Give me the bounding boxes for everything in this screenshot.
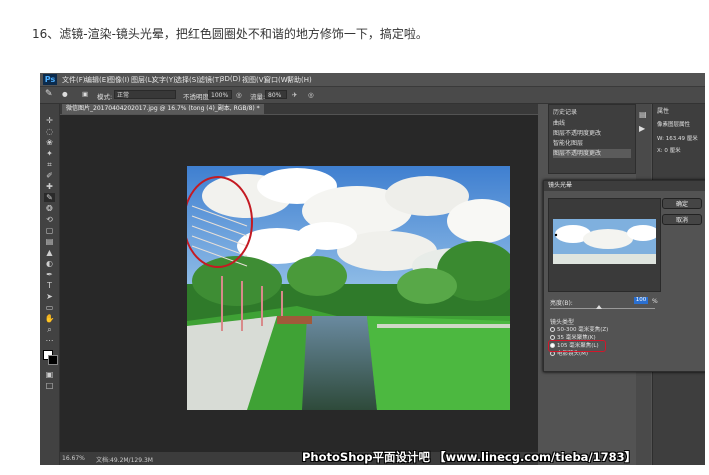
clone-stamp-tool-icon[interactable]: ❂	[44, 204, 55, 213]
eyedropper-tool-icon[interactable]: ✐	[44, 171, 55, 180]
dodge-tool-icon[interactable]: ◐	[44, 259, 55, 268]
hand-tool-icon[interactable]: ✋	[44, 314, 55, 323]
brightness-slider-handle[interactable]	[596, 305, 602, 309]
brightness-unit: %	[652, 298, 658, 305]
opacity-label: 不透明度:	[183, 93, 212, 101]
menu-file[interactable]: 文件(F)	[62, 75, 86, 85]
history-item[interactable]: 智能化图层	[553, 139, 631, 148]
crop-tool-icon[interactable]: ⌗	[44, 160, 55, 169]
brightness-slider[interactable]	[550, 308, 655, 309]
selection-highlight-annotation	[548, 340, 606, 352]
flow-label: 流量:	[250, 93, 266, 101]
menu-bar: Ps 文件(F) 编辑(E) 图像(I) 图层(L) 文字(Y) 选择(S) 滤…	[40, 73, 705, 87]
type-tool-icon[interactable]: T	[44, 281, 55, 290]
eraser-tool-icon[interactable]: ▢	[44, 226, 55, 235]
doc-size: 文档:49.2M/129.3M	[96, 457, 153, 464]
pressure-opacity-icon[interactable]: ◎	[236, 91, 242, 99]
flow-input[interactable]: 80%	[265, 90, 287, 99]
flare-preview[interactable]	[548, 198, 661, 292]
more-tools-icon[interactable]: ⋯	[44, 336, 55, 345]
path-select-tool-icon[interactable]: ➤	[44, 292, 55, 301]
brush-tool-icon[interactable]: ✎	[45, 89, 53, 99]
healing-tool-icon[interactable]: ✚	[44, 182, 55, 191]
lasso-tool-icon[interactable]: ❀	[44, 138, 55, 147]
quick-mask-icon[interactable]: ▣	[44, 370, 55, 379]
brush-preset-icon[interactable]: ●	[62, 90, 68, 98]
menu-3d[interactable]: 3D(D)	[220, 75, 241, 83]
history-item[interactable]: 曲线	[553, 119, 631, 128]
history-panel-icon[interactable]: ▤	[639, 110, 647, 119]
mode-label: 模式:	[97, 93, 113, 101]
photoshop-logo-icon: Ps	[43, 74, 57, 85]
history-panel-title[interactable]: 历史记录	[553, 107, 577, 116]
airbrush-icon[interactable]: ✈	[292, 91, 297, 99]
brightness-input[interactable]: 100	[634, 297, 648, 304]
zoom-level[interactable]: 16.67%	[62, 455, 85, 462]
brush-tool-icon[interactable]: ✎	[44, 193, 55, 202]
blur-tool-icon[interactable]: ▲	[44, 248, 55, 257]
background-color-swatch[interactable]	[48, 355, 58, 365]
menu-filter[interactable]: 滤镜(T)	[198, 75, 222, 85]
dialog-title: 镜头光晕	[544, 181, 705, 191]
history-brush-tool-icon[interactable]: ⟲	[44, 215, 55, 224]
pen-tool-icon[interactable]: ✒	[44, 270, 55, 279]
options-bar: ✎ ● ▣ 模式: 正常 不透明度: 100% ◎ 流量: 80% ✈ ◎	[40, 87, 705, 104]
screen-mode-icon[interactable]: □	[44, 381, 55, 390]
brush-panel-icon[interactable]: ▣	[82, 90, 88, 98]
move-tool-icon[interactable]: ✛	[44, 116, 55, 125]
mode-select[interactable]: 正常	[114, 90, 176, 99]
ok-button[interactable]: 确定	[662, 198, 702, 209]
document-tab[interactable]: 微信图片_20170404202017.jpg @ 16.7% (tong (4…	[62, 104, 264, 114]
document-tab-bar: 微信图片_20170404202017.jpg @ 16.7% (tong (4…	[60, 104, 538, 114]
menu-image[interactable]: 图像(I)	[108, 75, 130, 85]
zoom-tool-icon[interactable]: ⌕	[44, 325, 55, 334]
menu-layer[interactable]: 图层(L)	[131, 75, 154, 85]
pixel-layer-label: 像素图层属性	[657, 122, 691, 128]
quick-select-tool-icon[interactable]: ✦	[44, 149, 55, 158]
radio-button[interactable]	[550, 327, 555, 332]
menu-select[interactable]: 选择(S)	[175, 75, 199, 85]
lens-flare-dialog: 镜头光晕 确定 取消 亮度(B): 100 % 镜头类型 50-300 毫米变焦…	[543, 180, 705, 372]
marquee-tool-icon[interactable]: ◌	[44, 127, 55, 136]
lens-option-50-300[interactable]: 50-300 毫米变焦(Z)	[550, 326, 608, 334]
x-field[interactable]: X: 0 厘米	[657, 146, 681, 154]
actions-panel-icon[interactable]: ▶	[639, 124, 645, 133]
lens-type-label: 镜头类型	[550, 319, 575, 326]
properties-panel-title[interactable]: 属性	[657, 106, 669, 115]
tools-panel: ✛ ◌ ❀ ✦ ⌗ ✐ ✚ ✎ ❂ ⟲ ▢ ▤ ▲ ◐ ✒ T ➤ ▭ ✋ ⌕ …	[40, 104, 60, 465]
menu-view[interactable]: 视图(V)	[242, 75, 266, 85]
document-image[interactable]	[187, 166, 510, 410]
cancel-button[interactable]: 取消	[662, 214, 702, 225]
history-panel: 历史记录 曲线 图层不透明度更改 智能化图层 图层不透明度更改	[548, 104, 636, 174]
pressure-size-icon[interactable]: ◎	[308, 91, 314, 99]
width-field[interactable]: W: 163.49 厘米	[657, 134, 698, 142]
photoshop-window: Ps 文件(F) 编辑(E) 图像(I) 图层(L) 文字(Y) 选择(S) 滤…	[40, 73, 705, 465]
history-item[interactable]: 图层不透明度更改	[553, 129, 631, 138]
shape-tool-icon[interactable]: ▭	[44, 303, 55, 312]
opacity-input[interactable]: 100%	[208, 90, 232, 99]
gradient-tool-icon[interactable]: ▤	[44, 237, 55, 246]
brightness-label: 亮度(B):	[550, 300, 573, 307]
history-item-current[interactable]: 图层不透明度更改	[553, 149, 631, 158]
menu-type[interactable]: 文字(Y)	[152, 75, 176, 85]
preview-image[interactable]	[553, 219, 656, 264]
watermark: PhotoShop平面设计吧 【www.linecg.com/tieba/178…	[302, 450, 637, 464]
menu-help[interactable]: 帮助(H)	[287, 75, 312, 85]
canvas-area[interactable]	[60, 115, 538, 452]
flare-center-marker	[554, 233, 558, 237]
step-caption: 16、滤镜-渲染-镜头光晕，把红色圆圈处不和谐的地方修饰一下，搞定啦。	[32, 27, 428, 41]
menu-edit[interactable]: 编辑(E)	[85, 75, 109, 85]
